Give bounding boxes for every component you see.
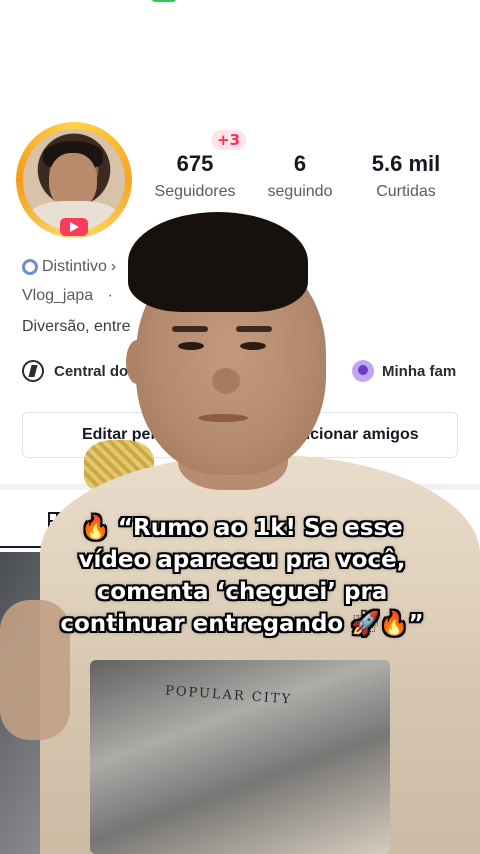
- person-hair: [128, 212, 308, 312]
- status-indicator: [152, 0, 176, 2]
- edit-profile-button[interactable]: Editar perf: [22, 412, 222, 458]
- shop-link-fragment[interactable]: op: [298, 364, 316, 381]
- likes-stat[interactable]: 5.6 mil Curtidas: [360, 151, 452, 201]
- following-label: seguindo: [267, 183, 333, 200]
- person-eyebrow-left: [172, 326, 208, 332]
- likes-label: Curtidas: [376, 183, 436, 200]
- username-separator: ·: [107, 287, 113, 304]
- person-nose: [212, 368, 240, 394]
- section-divider: [0, 484, 480, 490]
- creator-center-link[interactable]: Central do: [22, 360, 128, 382]
- following-stat[interactable]: 6 seguindo: [260, 151, 340, 201]
- followers-count: 675: [176, 151, 214, 176]
- person-ear-left: [126, 340, 148, 384]
- family-link[interactable]: Minha fam: [352, 360, 456, 382]
- badge-label: Distintivo: [42, 258, 107, 275]
- live-play-icon: [60, 218, 88, 236]
- followers-label: Seguidores: [154, 183, 236, 200]
- thumbnail-caption-line: Ela e Sa: [40, 771, 75, 781]
- family-icon: [352, 360, 374, 382]
- likes-count: 5.6 mil: [371, 151, 441, 176]
- followers-stat[interactable]: 675 Seguidores: [150, 151, 240, 201]
- add-friends-button[interactable]: Adicionar amigos: [245, 412, 458, 458]
- green-check-icon: [295, 318, 313, 338]
- person-eye-right: [240, 342, 266, 350]
- new-followers-badge: +3: [211, 130, 247, 150]
- video-caption: 🔥 “Rumo ao 1k! Se esse vídeo apareceu pr…: [60, 515, 424, 637]
- lightning-icon: [22, 360, 44, 382]
- creator-center-label: Central do: [54, 362, 129, 380]
- person-eyebrow-right: [236, 326, 272, 332]
- thumbnail-view-count: mil: [372, 744, 387, 756]
- username: Vlog_japa: [22, 287, 94, 304]
- chevron-right-icon: ›: [110, 258, 117, 275]
- thumbnail-caption: Ela e Sa botei ela p manto do m: [40, 770, 120, 806]
- username-line: Vlog_japa ·: [22, 287, 113, 305]
- thumbnail-caption-line: botei ela p: [40, 783, 82, 793]
- badge-link[interactable]: Distintivo ›: [22, 258, 116, 276]
- avatar-image: [23, 129, 125, 231]
- person-eye-left: [178, 342, 204, 350]
- badge-icon: [22, 259, 38, 275]
- profile-bio: Diversão, entre: [22, 318, 131, 335]
- thumbnail-caption-line: manto do m: [40, 795, 88, 805]
- family-label: Minha fam: [382, 362, 457, 380]
- following-count: 6: [293, 151, 307, 176]
